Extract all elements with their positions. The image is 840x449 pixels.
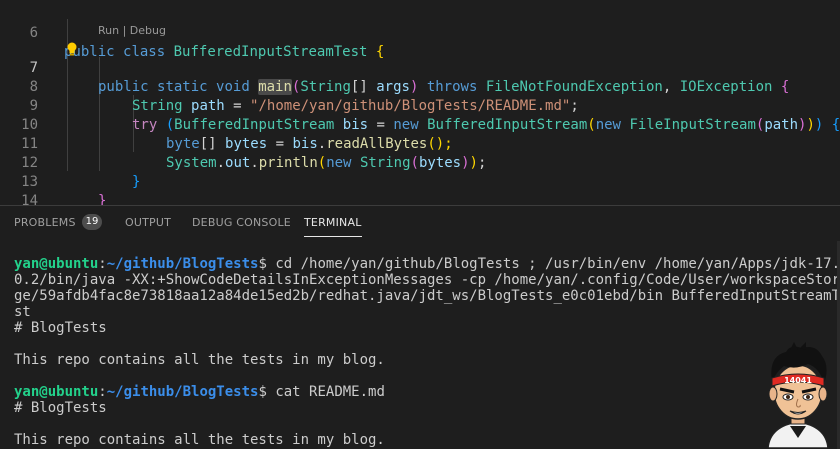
terminal-line: ge/59afdb4fac8e73818aa12a84de15ed2b/redh…: [14, 288, 840, 304]
code-line: 15: [0, 192, 840, 205]
terminal-line: # BlogTests: [14, 320, 107, 336]
code-line: 10 byte[] bytes = bis.readAllBytes();: [0, 97, 840, 152]
panel-tabs: PROBLEMS 19 OUTPUT DEBUG CONSOLE TERMINA…: [0, 206, 840, 240]
avatar: 14041: [767, 342, 829, 448]
tab-output[interactable]: OUTPUT: [125, 216, 171, 229]
tab-problems[interactable]: PROBLEMS: [14, 216, 76, 229]
code-line: 7 public static void main(String[] args)…: [0, 40, 840, 95]
debug-codelens-link[interactable]: Debug: [130, 24, 166, 37]
terminal-line: yan@ubuntu:~/github/BlogTests$ cd /home/…: [14, 256, 840, 272]
problems-count-badge: 19: [82, 214, 102, 230]
code-line: 13 }: [0, 154, 840, 205]
terminal-line: yan@ubuntu:~/github/BlogTests$ cat READM…: [14, 384, 385, 400]
code-editor[interactable]: 6 public class BufferedInputStreamTest {…: [0, 0, 840, 205]
terminal-line: This repo contains all the tests in my b…: [14, 352, 385, 368]
terminal-line: 0.2/bin/java -XX:+ShowCodeDetailsInExcep…: [14, 272, 840, 288]
codelens: Run | Debug: [98, 24, 166, 37]
terminal-line: This repo contains all the tests in my b…: [14, 432, 385, 448]
terminal[interactable]: yan@ubuntu:~/github/BlogTests$ cd /home/…: [0, 240, 840, 449]
headband-badge-text: 14041: [784, 376, 812, 385]
run-codelens-link[interactable]: Run: [98, 24, 119, 37]
terminal-line: st: [14, 304, 31, 320]
code-line: 14 }: [0, 173, 840, 205]
code-line: 11 System.out.println(new String(bytes))…: [0, 116, 840, 171]
tab-terminal[interactable]: TERMINAL: [304, 216, 362, 237]
code-line: 8 String path = "/home/yan/github/BlogTe…: [0, 59, 840, 114]
code-line: 12 }: [0, 135, 840, 190]
code-line: 6 public class BufferedInputStreamTest {: [0, 5, 840, 60]
tab-debug-console[interactable]: DEBUG CONSOLE: [192, 216, 291, 229]
terminal-line: # BlogTests: [14, 400, 107, 416]
code-line: 9 try (BufferedInputStream bis = new Buf…: [0, 78, 840, 133]
